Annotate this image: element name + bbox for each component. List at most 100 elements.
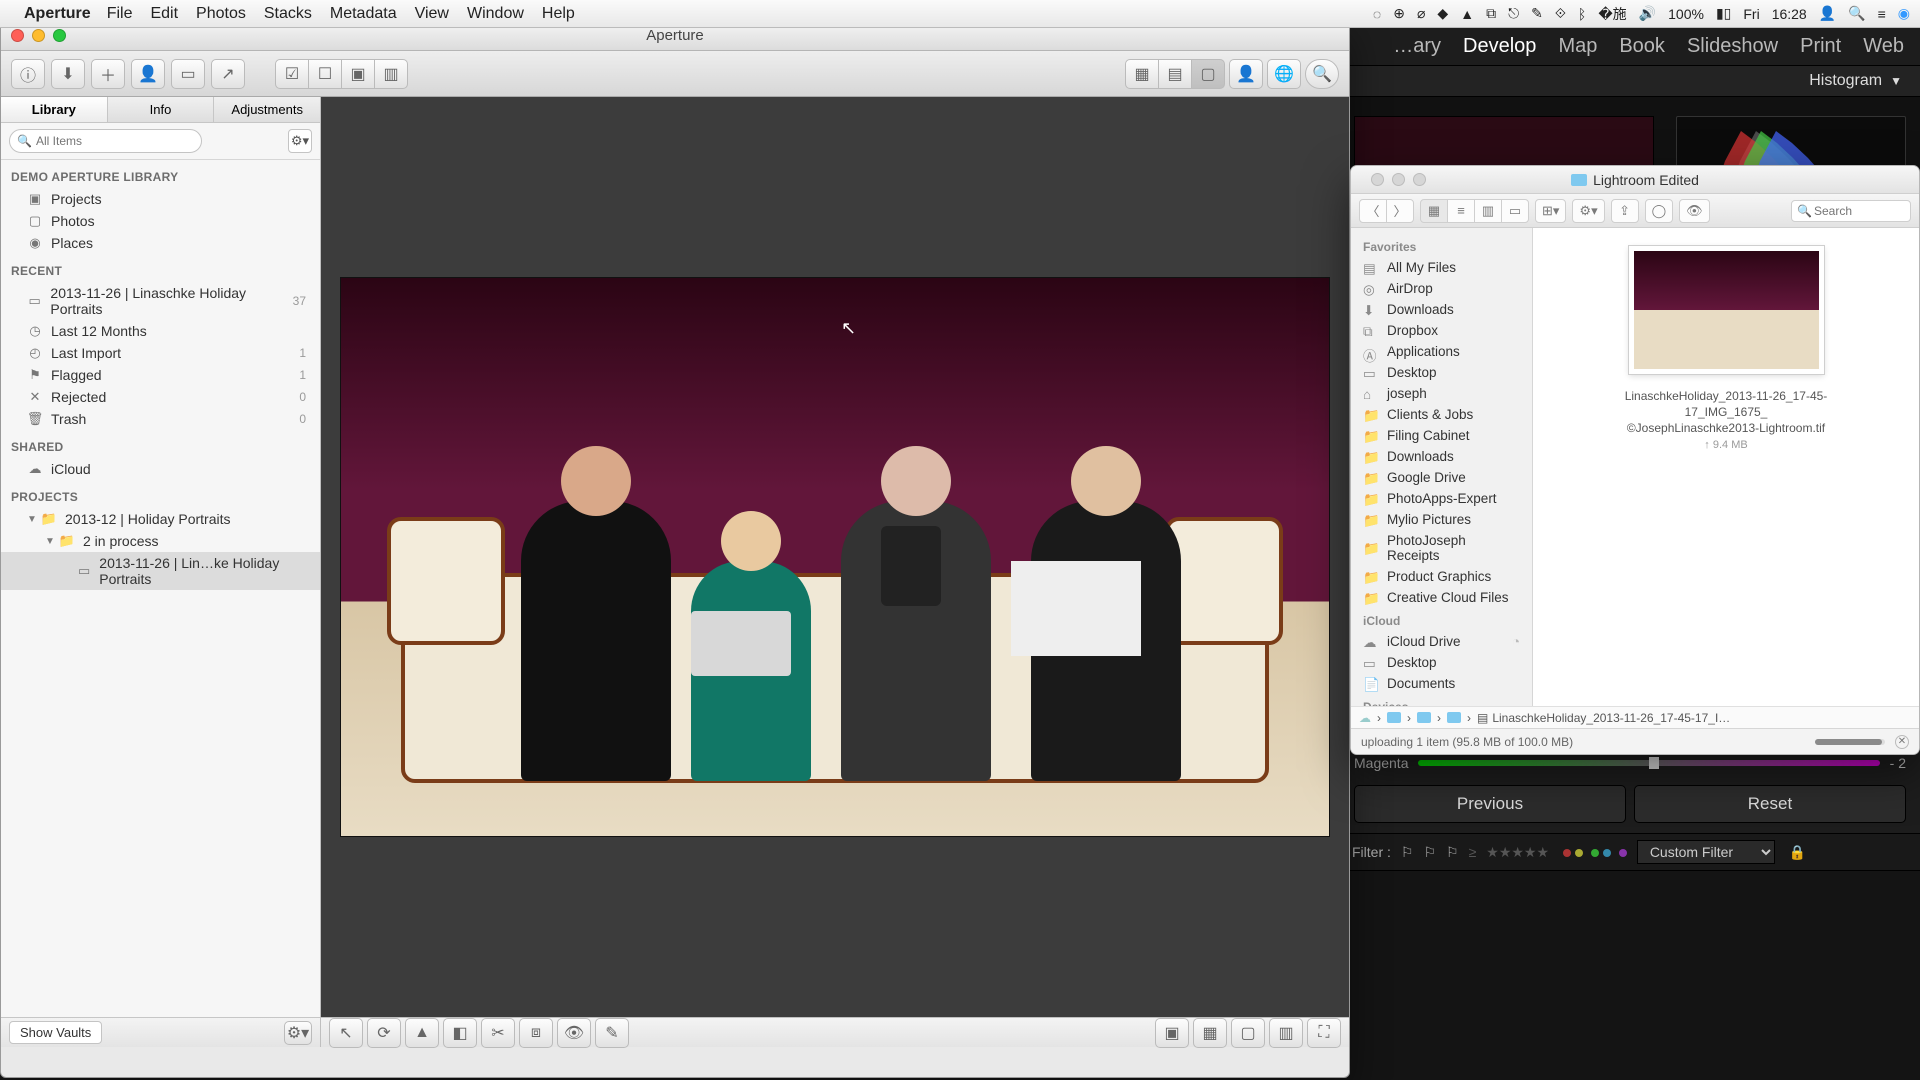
sidebar-item[interactable]: ▭Desktop xyxy=(1351,652,1532,673)
tab-library[interactable]: Library xyxy=(1,97,108,122)
color-label-filter[interactable] xyxy=(1559,844,1627,860)
menu-photos[interactable]: Photos xyxy=(196,5,246,23)
status-icon[interactable]: ⟐ xyxy=(1555,5,1566,22)
tab-adjustments[interactable]: Adjustments xyxy=(214,97,320,122)
view-viewer-button[interactable]: ▢ xyxy=(1191,59,1225,89)
new-button[interactable]: ＋ xyxy=(91,59,125,89)
tree-places[interactable]: ◉Places xyxy=(1,232,320,254)
tree-recent-item[interactable]: ⚑Flagged1 xyxy=(1,364,320,386)
sidebar-item[interactable]: 📁PhotoJoseph Receipts xyxy=(1351,530,1532,566)
window-minimize-button[interactable] xyxy=(1392,173,1405,186)
viewer-canvas[interactable]: ↖ xyxy=(321,97,1349,1017)
lr-custom-filter-select[interactable]: Custom Filter xyxy=(1637,840,1775,864)
tool-button[interactable]: ▲ xyxy=(405,1018,439,1048)
column-view-button[interactable]: ▥ xyxy=(1474,199,1502,223)
selection-tool-button[interactable]: ↖ xyxy=(329,1018,363,1048)
sidebar-item[interactable]: 📁Downloads xyxy=(1351,446,1532,467)
tree-recent-item[interactable]: ✕Rejected0 xyxy=(1,386,320,408)
user-icon[interactable]: 👤 xyxy=(1819,5,1836,22)
status-icon[interactable]: ⊕ xyxy=(1393,5,1405,22)
wifi-icon[interactable]: �施 xyxy=(1598,4,1626,24)
menu-metadata[interactable]: Metadata xyxy=(330,5,397,23)
status-icon[interactable]: ◆ xyxy=(1437,5,1448,22)
status-icon[interactable]: ◌ xyxy=(1373,6,1381,22)
tree-projects[interactable]: ▣Projects xyxy=(1,188,320,210)
sidebar-item[interactable]: 📁Clients & Jobs xyxy=(1351,404,1532,425)
finder-path-bar[interactable]: ☁ › › › › ▤ LinaschkeHoliday_2013-11-26_… xyxy=(1351,706,1919,728)
icon-view-button[interactable]: ▦ xyxy=(1420,199,1448,223)
status-icon[interactable]: ◉ xyxy=(1898,5,1910,22)
toolbar-button[interactable]: ▥ xyxy=(374,59,408,89)
sidebar-item[interactable]: ◎AirDrop xyxy=(1351,278,1532,299)
toolbar-button[interactable]: ▣ xyxy=(341,59,375,89)
menu-help[interactable]: Help xyxy=(542,5,575,23)
tree-icloud[interactable]: ☁iCloud xyxy=(1,458,320,480)
flag-filter-icon[interactable]: ⚐ xyxy=(1401,844,1414,861)
sidebar-item[interactable]: ▭Desktop xyxy=(1351,362,1532,383)
tree-recent-item[interactable]: 🗑Trash0 xyxy=(1,408,320,430)
flag-filter-icon[interactable]: ⚐ xyxy=(1423,844,1436,861)
sidebar-item[interactable]: 📁PhotoApps-Expert xyxy=(1351,488,1532,509)
search-options-button[interactable]: ⚙▾ xyxy=(288,129,312,153)
fullscreen-button[interactable]: ⛶ xyxy=(1307,1018,1341,1048)
lr-module-library[interactable]: …ary xyxy=(1393,35,1441,58)
sidebar-item[interactable]: ☁iCloud Drive◔ xyxy=(1351,631,1532,652)
loupe-button[interactable]: 🔍 xyxy=(1305,59,1339,89)
arrange-button[interactable]: ⊞▾ xyxy=(1535,199,1566,223)
volume-icon[interactable]: 🔊 xyxy=(1639,5,1656,22)
lr-module-print[interactable]: Print xyxy=(1800,35,1841,58)
menu-stacks[interactable]: Stacks xyxy=(264,5,312,23)
share-button[interactable]: ↗ xyxy=(211,59,245,89)
menu-file[interactable]: File xyxy=(107,5,133,23)
battery-icon[interactable]: ▮▯ xyxy=(1716,5,1731,22)
lr-module-map[interactable]: Map xyxy=(1558,35,1597,58)
back-button[interactable]: 〈 xyxy=(1359,199,1387,223)
spotlight-icon[interactable]: 🔍 xyxy=(1848,5,1865,22)
lr-filmstrip[interactable] xyxy=(1340,870,1920,1080)
sidebar-item[interactable]: 📁Creative Cloud Files xyxy=(1351,587,1532,608)
sidebar-item[interactable]: 📁Filing Cabinet xyxy=(1351,425,1532,446)
menubar-day[interactable]: Fri xyxy=(1743,6,1759,22)
name-button[interactable]: 👤 xyxy=(131,59,165,89)
view-grid-button[interactable]: ▦ xyxy=(1125,59,1159,89)
sidebar-item[interactable]: 📁Google Drive xyxy=(1351,467,1532,488)
list-view-button[interactable]: ≡ xyxy=(1447,199,1475,223)
brush-tool-button[interactable]: ✎ xyxy=(595,1018,629,1048)
flag-filter-icon[interactable]: ⚐ xyxy=(1446,844,1459,861)
sidebar-item[interactable]: ▤All My Files xyxy=(1351,257,1532,278)
sidebar-item[interactable]: 📄Documents xyxy=(1351,673,1532,694)
places-button[interactable]: 🌐 xyxy=(1267,59,1301,89)
sidebar-item[interactable]: ⧉Dropbox xyxy=(1351,320,1532,341)
disclosure-triangle-icon[interactable]: ▼ xyxy=(27,514,37,525)
lr-previous-button[interactable]: Previous xyxy=(1354,785,1626,823)
share-button[interactable]: ⇪ xyxy=(1611,199,1639,223)
file-name-line1[interactable]: LinaschkeHoliday_2013-11-26_17-45-17_IMG… xyxy=(1601,388,1851,420)
redeye-tool-button[interactable]: 👁 xyxy=(557,1018,591,1048)
toolbar-button[interactable]: ☑ xyxy=(275,59,309,89)
lr-module-develop[interactable]: Develop xyxy=(1463,35,1536,58)
tree-recent-item[interactable]: ◷Last 12 Months xyxy=(1,320,320,342)
status-icon[interactable]: ✎ xyxy=(1531,5,1543,22)
notification-center-icon[interactable]: ≡ xyxy=(1878,6,1886,22)
tree-project-selected[interactable]: ▭ 2013-11-26 | Lin…ke Holiday Portraits xyxy=(1,552,320,590)
lr-module-slideshow[interactable]: Slideshow xyxy=(1687,35,1778,58)
lr-histogram-header[interactable]: Histogram ▼ xyxy=(1340,66,1920,97)
quicklook-button[interactable]: 👁 xyxy=(1679,199,1710,223)
window-zoom-button[interactable] xyxy=(1413,173,1426,186)
tree-recent-item[interactable]: ◴Last Import1 xyxy=(1,342,320,364)
sidebar-item[interactable]: 📁Product Graphics xyxy=(1351,566,1532,587)
tree-photos[interactable]: ▢Photos xyxy=(1,210,320,232)
action-button[interactable]: ⚙▾ xyxy=(1572,199,1604,223)
status-icon[interactable]: ▲ xyxy=(1460,6,1474,22)
sidebar-item[interactable]: ⬇Downloads xyxy=(1351,299,1532,320)
lr-module-book[interactable]: Book xyxy=(1619,35,1665,58)
tree-project-sub[interactable]: ▼ 📁 2 in process xyxy=(1,530,320,552)
lr-reset-button[interactable]: Reset xyxy=(1634,785,1906,823)
menubar-app-name[interactable]: Aperture xyxy=(24,5,91,23)
tab-info[interactable]: Info xyxy=(108,97,215,122)
sidebar-item[interactable]: ⒶApplications xyxy=(1351,341,1532,362)
tool-button[interactable]: ◧ xyxy=(443,1018,477,1048)
faces-button[interactable]: 👤 xyxy=(1229,59,1263,89)
footer-view-button[interactable]: ▢ xyxy=(1231,1018,1265,1048)
star-filter-icon[interactable]: ★★★★★ xyxy=(1486,844,1549,861)
